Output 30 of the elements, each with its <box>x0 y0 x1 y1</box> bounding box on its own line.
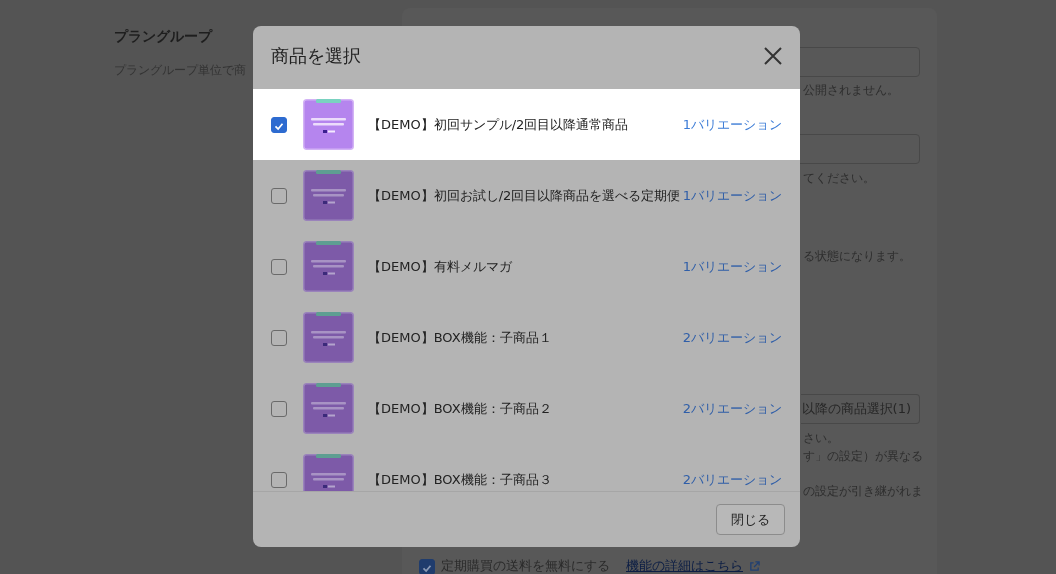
variation-link[interactable]: 1バリエーション <box>682 186 782 205</box>
checkbox[interactable] <box>419 558 435 574</box>
variation-link[interactable]: 2バリエーション <box>682 470 782 489</box>
details-link[interactable]: 機能の詳細はこちら <box>626 558 743 574</box>
close-button[interactable]: 閉じる <box>716 504 785 535</box>
product-row[interactable]: 【DEMO】BOX機能：子商品１ 2バリエーション <box>253 302 800 373</box>
product-row[interactable]: 【DEMO】初回お試し/2回目以降商品を選べる定期便 1バリエーション <box>253 160 800 231</box>
variation-link[interactable]: 1バリエーション <box>682 115 782 134</box>
checkbox[interactable] <box>271 471 287 488</box>
close-icon[interactable] <box>764 46 782 65</box>
variation-link[interactable]: 2バリエーション <box>682 399 782 418</box>
product-row[interactable]: 【DEMO】BOX機能：子商品２ 2バリエーション <box>253 373 800 444</box>
checkbox[interactable] <box>271 329 287 346</box>
product-title: 【DEMO】BOX機能：子商品１ <box>368 328 553 347</box>
product-title: 【DEMO】初回サンプル/2回目以降通常商品 <box>368 115 630 134</box>
product-title: 【DEMO】BOX機能：子商品２ <box>368 399 553 418</box>
product-row[interactable]: 【DEMO】有料メルマガ 1バリエーション <box>253 231 800 302</box>
checkbox[interactable] <box>271 116 287 133</box>
product-title: 【DEMO】初回お試し/2回目以降商品を選べる定期便 <box>368 186 682 205</box>
checkbox[interactable] <box>271 187 287 204</box>
variation-link[interactable]: 2バリエーション <box>682 328 782 347</box>
checkbox[interactable] <box>271 258 287 275</box>
product-title: 【DEMO】BOX機能：子商品３ <box>368 470 553 489</box>
checkbox[interactable] <box>271 400 287 417</box>
external-link-icon <box>749 561 760 572</box>
variation-link[interactable]: 1バリエーション <box>682 257 782 276</box>
product-title: 【DEMO】有料メルマガ <box>368 257 513 276</box>
dialog-title: 商品を選択 <box>271 43 361 68</box>
product-row[interactable]: 【DEMO】BOX機能：子商品３ 2バリエーション <box>253 444 800 491</box>
product-row[interactable]: 【DEMO】初回サンプル/2回目以降通常商品 1バリエーション <box>253 89 800 160</box>
